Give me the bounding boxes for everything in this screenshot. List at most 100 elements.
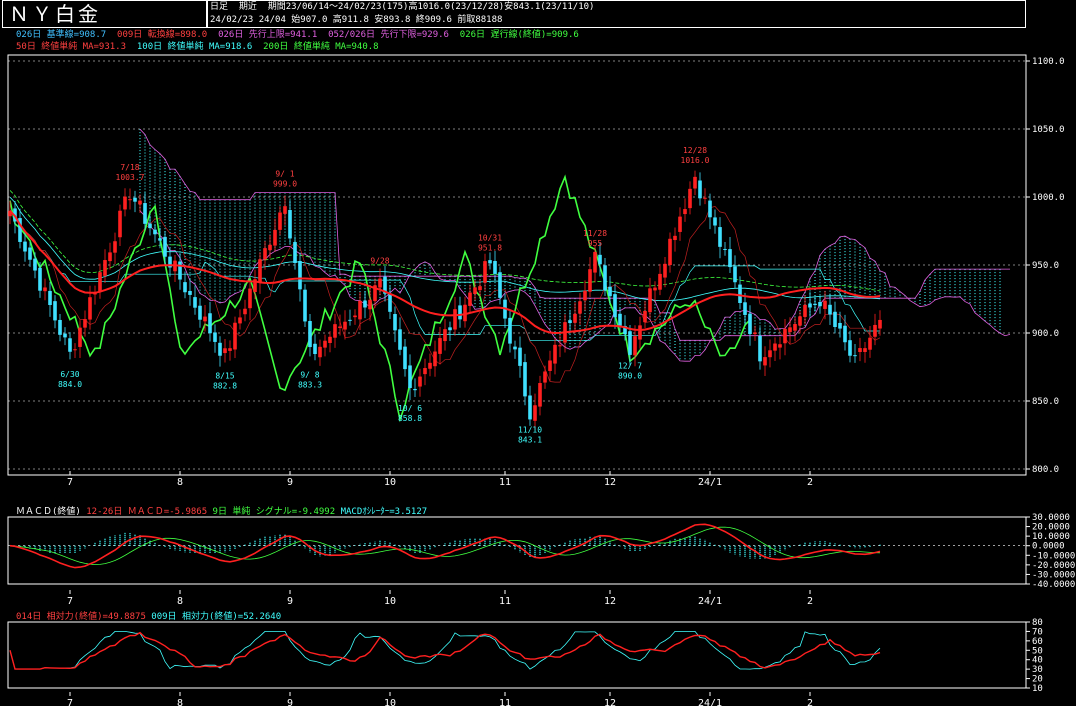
candle-body bbox=[318, 346, 322, 358]
candle-body bbox=[673, 235, 677, 241]
candle-body bbox=[288, 210, 292, 239]
candle-body bbox=[128, 199, 132, 201]
candle-body bbox=[158, 238, 162, 241]
macd-legend: ＭＡＣＤ(終値) 12-26日 ＭＡＣＤ=-5.9865 9日 単純 シグナル=… bbox=[16, 505, 427, 517]
candle-body bbox=[403, 346, 407, 370]
candle-body bbox=[118, 210, 122, 238]
rsi-xlabel: 7 bbox=[67, 698, 73, 706]
candle-body bbox=[328, 336, 332, 343]
candle-body bbox=[88, 297, 92, 320]
candle-body bbox=[228, 348, 232, 351]
annotation-value: 843.1 bbox=[518, 435, 542, 444]
annotation-value: 882.8 bbox=[213, 381, 237, 390]
candle-body bbox=[878, 319, 882, 329]
candle-body bbox=[248, 288, 252, 309]
candle-body bbox=[433, 351, 437, 367]
rsi-xlabel: 24/1 bbox=[698, 698, 722, 706]
macd-tick-label: -20.0000 bbox=[1032, 561, 1075, 571]
candle-body bbox=[303, 289, 307, 322]
candle-body bbox=[193, 297, 197, 308]
candle-body bbox=[728, 249, 732, 268]
candle-body bbox=[178, 261, 182, 280]
candle-body bbox=[763, 357, 767, 366]
rsi9-line bbox=[9, 631, 881, 670]
candle-body bbox=[108, 252, 112, 262]
candle-body bbox=[768, 350, 772, 358]
candle-body bbox=[53, 301, 57, 321]
candle-body bbox=[498, 272, 502, 298]
macd-tick-label: -40.0000 bbox=[1032, 580, 1075, 590]
candle-body bbox=[103, 260, 107, 276]
price-xlabel: 7 bbox=[67, 477, 73, 488]
rsi-xlabel: 10 bbox=[384, 698, 396, 706]
candle-body bbox=[658, 273, 662, 290]
candle-body bbox=[853, 355, 857, 357]
candle-body bbox=[48, 290, 52, 306]
candle-body bbox=[98, 272, 102, 292]
candle-body bbox=[598, 254, 602, 265]
candle-body bbox=[608, 286, 612, 297]
candle-body bbox=[833, 311, 837, 327]
candle-body bbox=[358, 300, 362, 320]
candle-body bbox=[388, 293, 392, 312]
annotation-date: 6/30 bbox=[60, 370, 79, 379]
candle-body bbox=[818, 301, 822, 307]
candle-body bbox=[583, 290, 587, 301]
candle-body bbox=[703, 197, 707, 199]
candle-body bbox=[238, 317, 242, 324]
price-tick-label: 900.0 bbox=[1032, 329, 1059, 339]
candle-body bbox=[458, 305, 462, 320]
annotation-date: 11/10 bbox=[518, 425, 542, 434]
candle-body bbox=[218, 342, 222, 356]
candle-body bbox=[338, 326, 342, 328]
rsi-legend: 014日 相対力(終値)=49.8875 009日 相対力(終値)=52.264… bbox=[16, 610, 281, 622]
candle-body bbox=[523, 362, 527, 397]
candle-body bbox=[398, 329, 402, 350]
candle-body bbox=[708, 200, 712, 218]
candle-body bbox=[28, 247, 32, 260]
candle-body bbox=[738, 284, 742, 303]
candle-body bbox=[423, 368, 427, 375]
candle-body bbox=[733, 266, 737, 283]
candle-body bbox=[863, 348, 867, 352]
candle-body bbox=[678, 216, 682, 232]
candle-body bbox=[113, 241, 117, 253]
candle-body bbox=[713, 217, 717, 226]
candle-body bbox=[748, 313, 752, 335]
annotation-value: 884.0 bbox=[58, 380, 82, 389]
price-tick-label: 800.0 bbox=[1032, 465, 1059, 475]
rsi-xlabel: 11 bbox=[499, 698, 511, 706]
candle-body bbox=[438, 338, 442, 354]
candle-body bbox=[783, 328, 787, 344]
candle-body bbox=[553, 344, 557, 364]
macd-xlabel: 2 bbox=[807, 596, 813, 607]
candle-body bbox=[23, 241, 27, 252]
candle-body bbox=[33, 258, 37, 271]
candle-body bbox=[213, 332, 217, 342]
candle-body bbox=[478, 286, 482, 291]
candle-body bbox=[668, 238, 672, 266]
candle-body bbox=[643, 310, 647, 323]
candle-body bbox=[368, 299, 372, 310]
macd-tick-label: 10.0000 bbox=[1032, 532, 1070, 542]
candle-body bbox=[453, 309, 457, 330]
rsi-xlabel: 9 bbox=[287, 698, 293, 706]
annotation-value: 1003.7 bbox=[116, 173, 145, 182]
price-xlabel: 2 bbox=[807, 477, 813, 488]
candle-body bbox=[538, 383, 542, 407]
candle-body bbox=[508, 317, 512, 344]
candle-body bbox=[58, 319, 62, 335]
candle-body bbox=[573, 313, 577, 323]
candle-body bbox=[828, 304, 832, 315]
candle-body bbox=[208, 313, 212, 334]
candle-body bbox=[808, 303, 812, 308]
candle-body bbox=[143, 203, 147, 224]
macd-tick-label: -30.0000 bbox=[1032, 570, 1075, 580]
macd-xlabel: 10 bbox=[384, 596, 396, 607]
candle-body bbox=[283, 206, 287, 214]
candle-body bbox=[363, 300, 367, 308]
annotation-date: 9/28 bbox=[370, 256, 389, 265]
candle-body bbox=[138, 200, 142, 205]
candle-body bbox=[408, 365, 412, 388]
candle-body bbox=[258, 259, 262, 282]
